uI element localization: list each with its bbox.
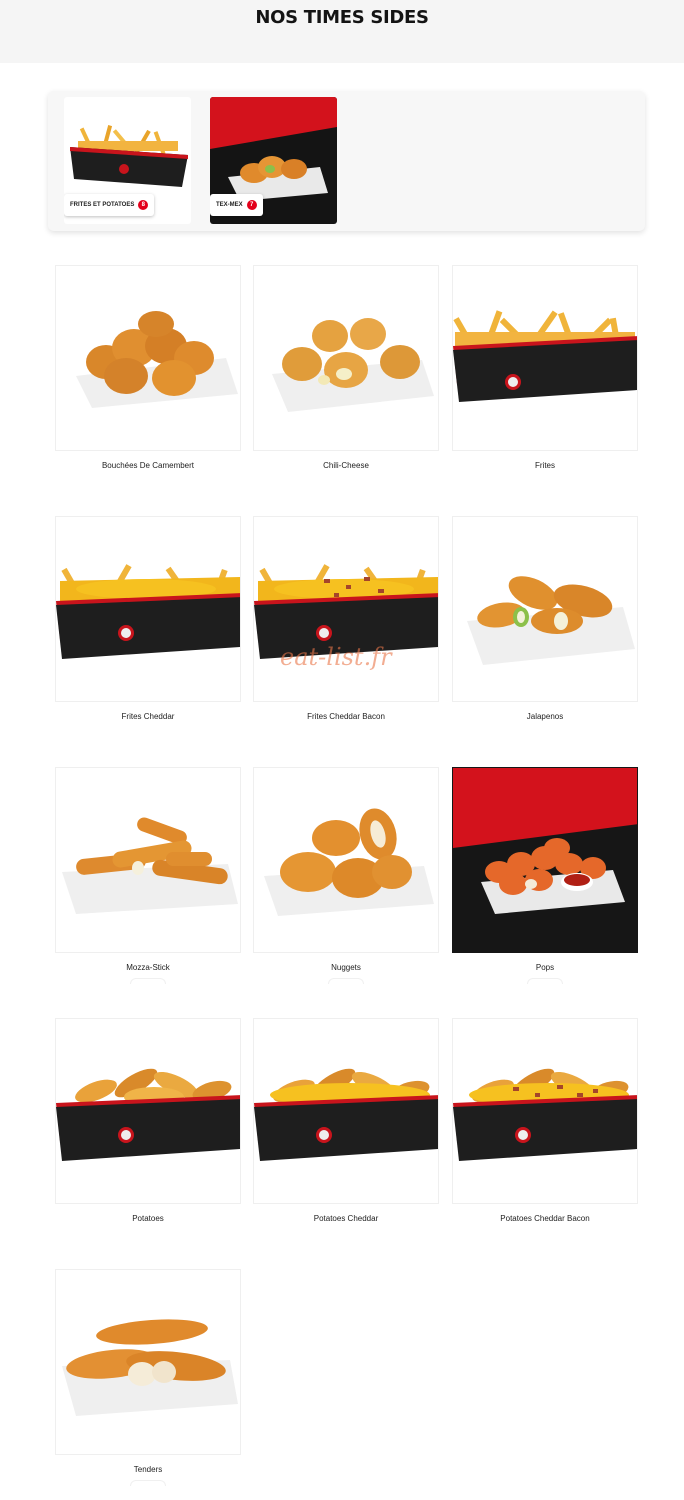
product-name: Frites Cheddar Bacon	[307, 712, 385, 721]
chili-cheese-image	[272, 318, 434, 412]
tenders-image	[62, 1319, 238, 1416]
product-card[interactable]: Potatoes Cheddar	[253, 1018, 439, 1223]
product-image[interactable]	[253, 516, 439, 702]
category-pill: FRITES ET POTATOES 8	[64, 194, 155, 216]
product-card[interactable]: Chili-Cheese	[253, 265, 439, 470]
product-image[interactable]	[452, 265, 638, 451]
category-label: FRITES ET POTATOES	[70, 202, 135, 208]
jalapenos-image	[467, 576, 635, 665]
product-card[interactable]: Frites Cheddar	[55, 516, 241, 721]
product-name: Potatoes Cheddar	[313, 1214, 379, 1223]
product-name: Tenders	[133, 1465, 163, 1474]
product-image[interactable]	[452, 767, 638, 953]
card-tab	[527, 978, 563, 984]
product-name: Chili-Cheese	[323, 461, 369, 470]
product-card[interactable]: Potatoes	[55, 1018, 241, 1223]
category-bar: FRITES ET POTATOES 8 TEX-MEX 7	[48, 91, 645, 231]
product-image[interactable]	[253, 265, 439, 451]
product-image[interactable]	[55, 767, 241, 953]
product-name: Potatoes Cheddar Bacon	[500, 1214, 590, 1223]
category-tex-mex[interactable]: TEX-MEX 7	[210, 97, 337, 224]
product-card[interactable]: Potatoes Cheddar Bacon	[452, 1018, 638, 1223]
product-image[interactable]	[253, 767, 439, 953]
product-card[interactable]: Frites Cheddar Bacon	[253, 516, 439, 721]
camembert-bites-image	[76, 311, 238, 408]
nuggets-image	[264, 808, 434, 916]
product-card[interactable]: Bouchées De Camembert	[55, 265, 241, 470]
product-name: Nuggets	[331, 963, 361, 972]
product-name: Mozza-Stick	[126, 963, 170, 972]
card-tab	[130, 1480, 166, 1486]
category-pill: TEX-MEX 7	[210, 194, 263, 216]
product-card[interactable]: Mozza-Stick	[55, 767, 241, 984]
mozza-stick-image	[62, 817, 238, 914]
product-image[interactable]	[55, 1018, 241, 1204]
product-image[interactable]	[452, 1018, 638, 1204]
product-name: Potatoes	[132, 1214, 164, 1223]
product-card[interactable]: Frites	[452, 265, 638, 470]
product-image[interactable]	[55, 1269, 241, 1455]
page-header: NOS TIMES SIDES	[0, 0, 684, 63]
product-image[interactable]	[55, 265, 241, 451]
category-frites-et-potatoes[interactable]: FRITES ET POTATOES 8	[64, 97, 191, 224]
pops-image	[453, 768, 637, 914]
cheddar-bacon-fries-image	[254, 564, 438, 659]
product-name: Frites	[535, 461, 555, 470]
card-tab	[328, 978, 364, 984]
product-card[interactable]: Pops	[452, 767, 638, 984]
product-image[interactable]	[452, 516, 638, 702]
potatoes-cheddar-image	[254, 1068, 438, 1161]
category-count-badge: 7	[246, 200, 257, 210]
potatoes-cheddar-bacon-image	[453, 1068, 637, 1161]
product-card[interactable]: Nuggets	[253, 767, 439, 984]
potatoes-image	[56, 1068, 240, 1161]
watermark: eat-list.fr	[280, 643, 392, 671]
product-name: Jalapenos	[526, 712, 564, 721]
category-label: TEX-MEX	[216, 202, 243, 208]
category-count-badge: 8	[138, 200, 149, 210]
fries-image	[453, 310, 637, 402]
cheddar-fries-image	[56, 564, 240, 659]
product-name: Bouchées De Camembert	[101, 461, 195, 470]
page-title: NOS TIMES SIDES	[255, 7, 429, 28]
product-image[interactable]	[253, 1018, 439, 1204]
product-card[interactable]: Jalapenos	[452, 516, 638, 721]
product-card[interactable]: Tenders	[55, 1269, 241, 1486]
product-image[interactable]	[55, 516, 241, 702]
product-name: Pops	[535, 963, 555, 972]
card-tab	[130, 978, 166, 984]
product-name: Frites Cheddar	[121, 712, 175, 721]
